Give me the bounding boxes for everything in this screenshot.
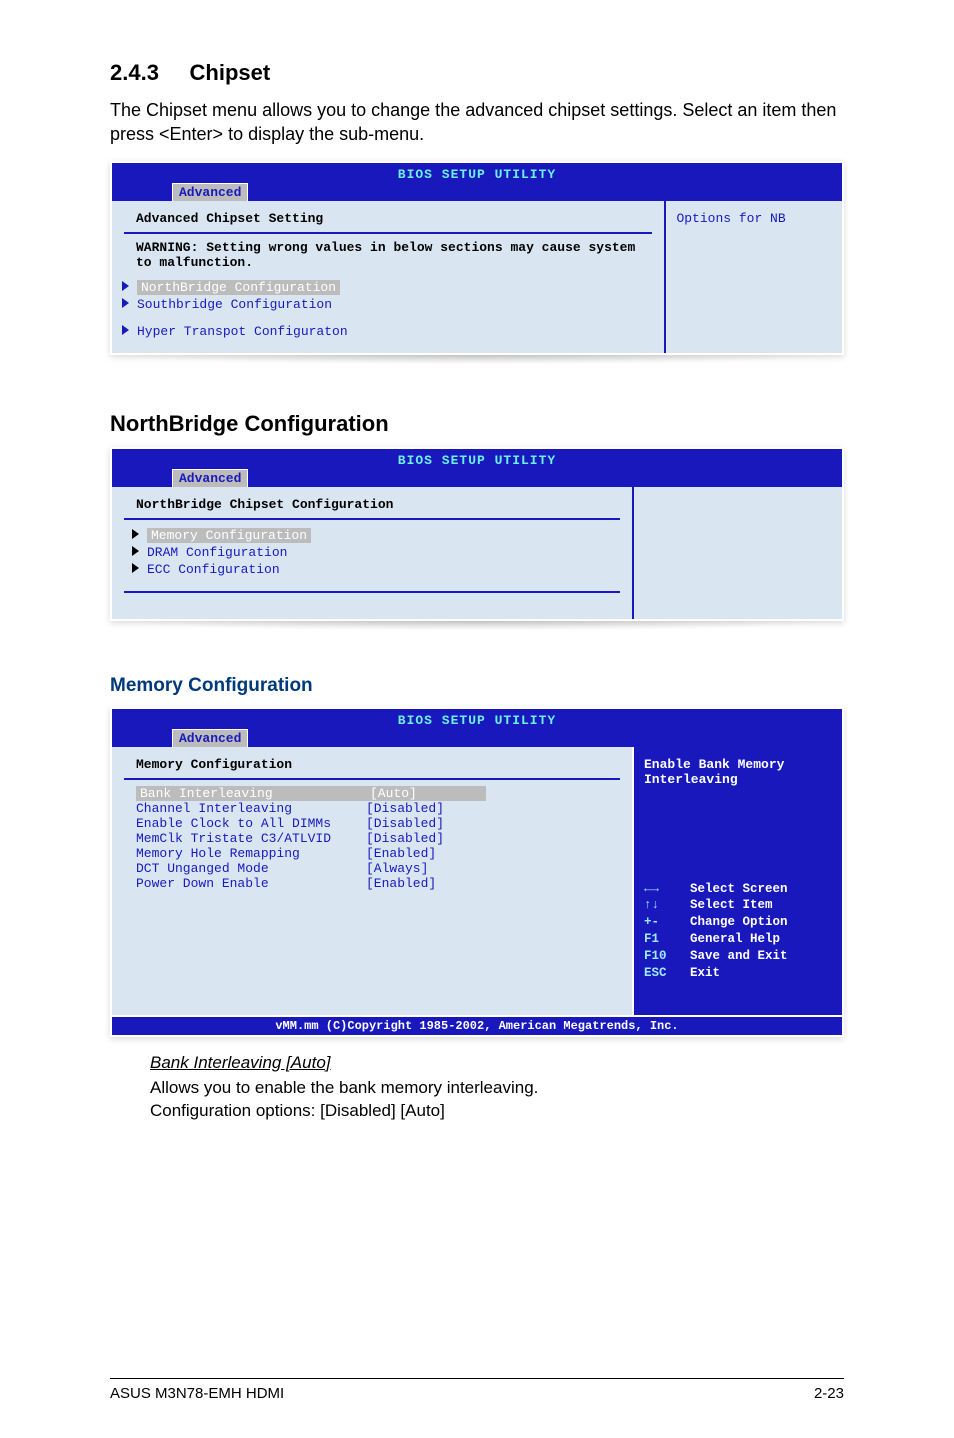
bios-left-heading: NorthBridge Chipset Configuration — [136, 497, 620, 512]
bios-left-heading: Advanced Chipset Setting — [136, 211, 652, 226]
triangle-icon — [132, 529, 139, 539]
bios-option-dct-unganged[interactable]: DCT Unganged Mode [Always] — [136, 861, 620, 876]
bios-menu-item-hypertransport[interactable]: Hyper Transpot Configuraton — [122, 322, 652, 339]
bios-help-pane: Enable Bank Memory Interleaving ←→Select… — [632, 747, 842, 1015]
option-title-bank-interleaving: Bank Interleaving [Auto] — [150, 1053, 844, 1073]
divider — [124, 518, 620, 520]
option-value: [Auto] — [366, 786, 486, 801]
section-intro: The Chipset menu allows you to change th… — [110, 98, 844, 147]
bios-menu-item-memory[interactable]: Memory Configuration — [132, 526, 620, 543]
divider — [124, 591, 620, 593]
bios-menu-item-northbridge[interactable]: NorthBridge Configuration — [122, 278, 652, 295]
bios-option-bank-interleaving[interactable]: Bank Interleaving [Auto] — [136, 786, 620, 801]
option-description: Allows you to enable the bank memory int… — [150, 1077, 844, 1100]
bios-option-channel-interleaving[interactable]: Channel Interleaving [Disabled] — [136, 801, 620, 816]
key-save-exit: F10Save and Exit — [644, 948, 832, 965]
bios-header: BIOS SETUP UTILITY Advanced — [112, 449, 842, 487]
key-general-help: F1General Help — [644, 931, 832, 948]
bios-warning-text: WARNING: Setting wrong values in below s… — [136, 240, 652, 270]
key-legend: ←→Select Screen ↑↓Select Item +-Change O… — [644, 881, 832, 982]
bios-body: NorthBridge Chipset Configuration Memory… — [112, 487, 842, 619]
triangle-icon — [122, 325, 129, 335]
shadow-decoration — [110, 621, 844, 631]
bios-help-pane: Options for NB — [664, 201, 842, 353]
bios-option-memclk-tristate[interactable]: MemClk Tristate C3/ATLVID [Disabled] — [136, 831, 620, 846]
triangle-icon — [132, 563, 139, 573]
option-config-options: Configuration options: [Disabled] [Auto] — [150, 1100, 844, 1123]
option-value: [Enabled] — [366, 876, 486, 891]
bios-item-label: ECC Configuration — [147, 562, 280, 577]
option-label: Bank Interleaving — [136, 786, 366, 801]
section-number: 2.4.3 — [110, 60, 159, 85]
option-label: DCT Unganged Mode — [136, 861, 366, 876]
bios-copyright-footer: vMM.mm (C)Copyright 1985-2002, American … — [112, 1015, 842, 1035]
section-name: Chipset — [190, 60, 271, 85]
bios-header: BIOS SETUP UTILITY Advanced — [112, 163, 842, 201]
option-label: Power Down Enable — [136, 876, 366, 891]
bios-header-title: BIOS SETUP UTILITY — [112, 709, 842, 728]
bios-help-pane — [632, 487, 842, 619]
triangle-icon — [122, 298, 129, 308]
bios-left-heading: Memory Configuration — [136, 757, 620, 772]
bios-help-text: Options for NB — [676, 211, 832, 226]
option-value: [Disabled] — [366, 816, 486, 831]
bios-panel-northbridge: BIOS SETUP UTILITY Advanced NorthBridge … — [110, 447, 844, 621]
bios-option-power-down-enable[interactable]: Power Down Enable [Enabled] — [136, 876, 620, 891]
option-label: MemClk Tristate C3/ATLVID — [136, 831, 366, 846]
option-value: [Enabled] — [366, 846, 486, 861]
shadow-decoration — [110, 355, 844, 365]
bios-option-enable-clock-dimms[interactable]: Enable Clock to All DIMMs [Disabled] — [136, 816, 620, 831]
bios-tab-advanced[interactable]: Advanced — [172, 729, 248, 747]
bios-header: BIOS SETUP UTILITY Advanced — [112, 709, 842, 747]
bios-header-title: BIOS SETUP UTILITY — [112, 163, 842, 182]
bios-menu-item-southbridge[interactable]: Southbridge Configuration — [122, 295, 652, 312]
bios-left-pane: Memory Configuration Bank Interleaving [… — [112, 747, 632, 1015]
bios-header-title: BIOS SETUP UTILITY — [112, 449, 842, 468]
option-label: Memory Hole Remapping — [136, 846, 366, 861]
divider — [124, 232, 652, 234]
bios-panel-memory: BIOS SETUP UTILITY Advanced Memory Confi… — [110, 707, 844, 1037]
bios-item-label: Southbridge Configuration — [137, 297, 332, 312]
bios-item-label: DRAM Configuration — [147, 545, 287, 560]
key-select-item: ↑↓Select Item — [644, 897, 832, 914]
help-text-line1: Enable Bank Memory — [644, 757, 832, 772]
option-value: [Disabled] — [366, 801, 486, 816]
key-select-screen: ←→Select Screen — [644, 881, 832, 898]
bios-left-pane: NorthBridge Chipset Configuration Memory… — [112, 487, 632, 619]
memory-config-heading: Memory Configuration — [110, 675, 844, 697]
bios-item-label: NorthBridge Configuration — [137, 280, 340, 295]
option-label: Enable Clock to All DIMMs — [136, 816, 366, 831]
bios-item-label: Hyper Transpot Configuraton — [137, 324, 348, 339]
bios-option-memory-hole-remap[interactable]: Memory Hole Remapping [Enabled] — [136, 846, 620, 861]
bios-item-label: Memory Configuration — [147, 528, 311, 543]
bios-tab-advanced[interactable]: Advanced — [172, 469, 248, 487]
page-footer: ASUS M3N78-EMH HDMI 2-23 — [110, 1378, 844, 1402]
bios-body: Advanced Chipset Setting WARNING: Settin… — [112, 201, 842, 353]
option-value: [Always] — [366, 861, 486, 876]
divider — [124, 778, 620, 780]
bios-menu-item-dram[interactable]: DRAM Configuration — [132, 543, 620, 560]
footer-page-number: 2-23 — [814, 1385, 844, 1402]
bios-tab-advanced[interactable]: Advanced — [172, 183, 248, 201]
bios-left-pane: Advanced Chipset Setting WARNING: Settin… — [112, 201, 664, 353]
triangle-icon — [132, 546, 139, 556]
bios-panel-chipset: BIOS SETUP UTILITY Advanced Advanced Chi… — [110, 161, 844, 355]
bios-body: Memory Configuration Bank Interleaving [… — [112, 747, 842, 1015]
key-exit: ESCExit — [644, 965, 832, 982]
key-change-option: +-Change Option — [644, 914, 832, 931]
help-text-line2: Interleaving — [644, 772, 832, 787]
footer-product-name: ASUS M3N78-EMH HDMI — [110, 1385, 284, 1402]
section-heading: 2.4.3 Chipset — [110, 60, 844, 86]
option-label: Channel Interleaving — [136, 801, 366, 816]
option-value: [Disabled] — [366, 831, 486, 846]
triangle-icon — [122, 281, 129, 291]
bios-menu-item-ecc[interactable]: ECC Configuration — [132, 560, 620, 577]
northbridge-heading: NorthBridge Configuration — [110, 411, 844, 437]
